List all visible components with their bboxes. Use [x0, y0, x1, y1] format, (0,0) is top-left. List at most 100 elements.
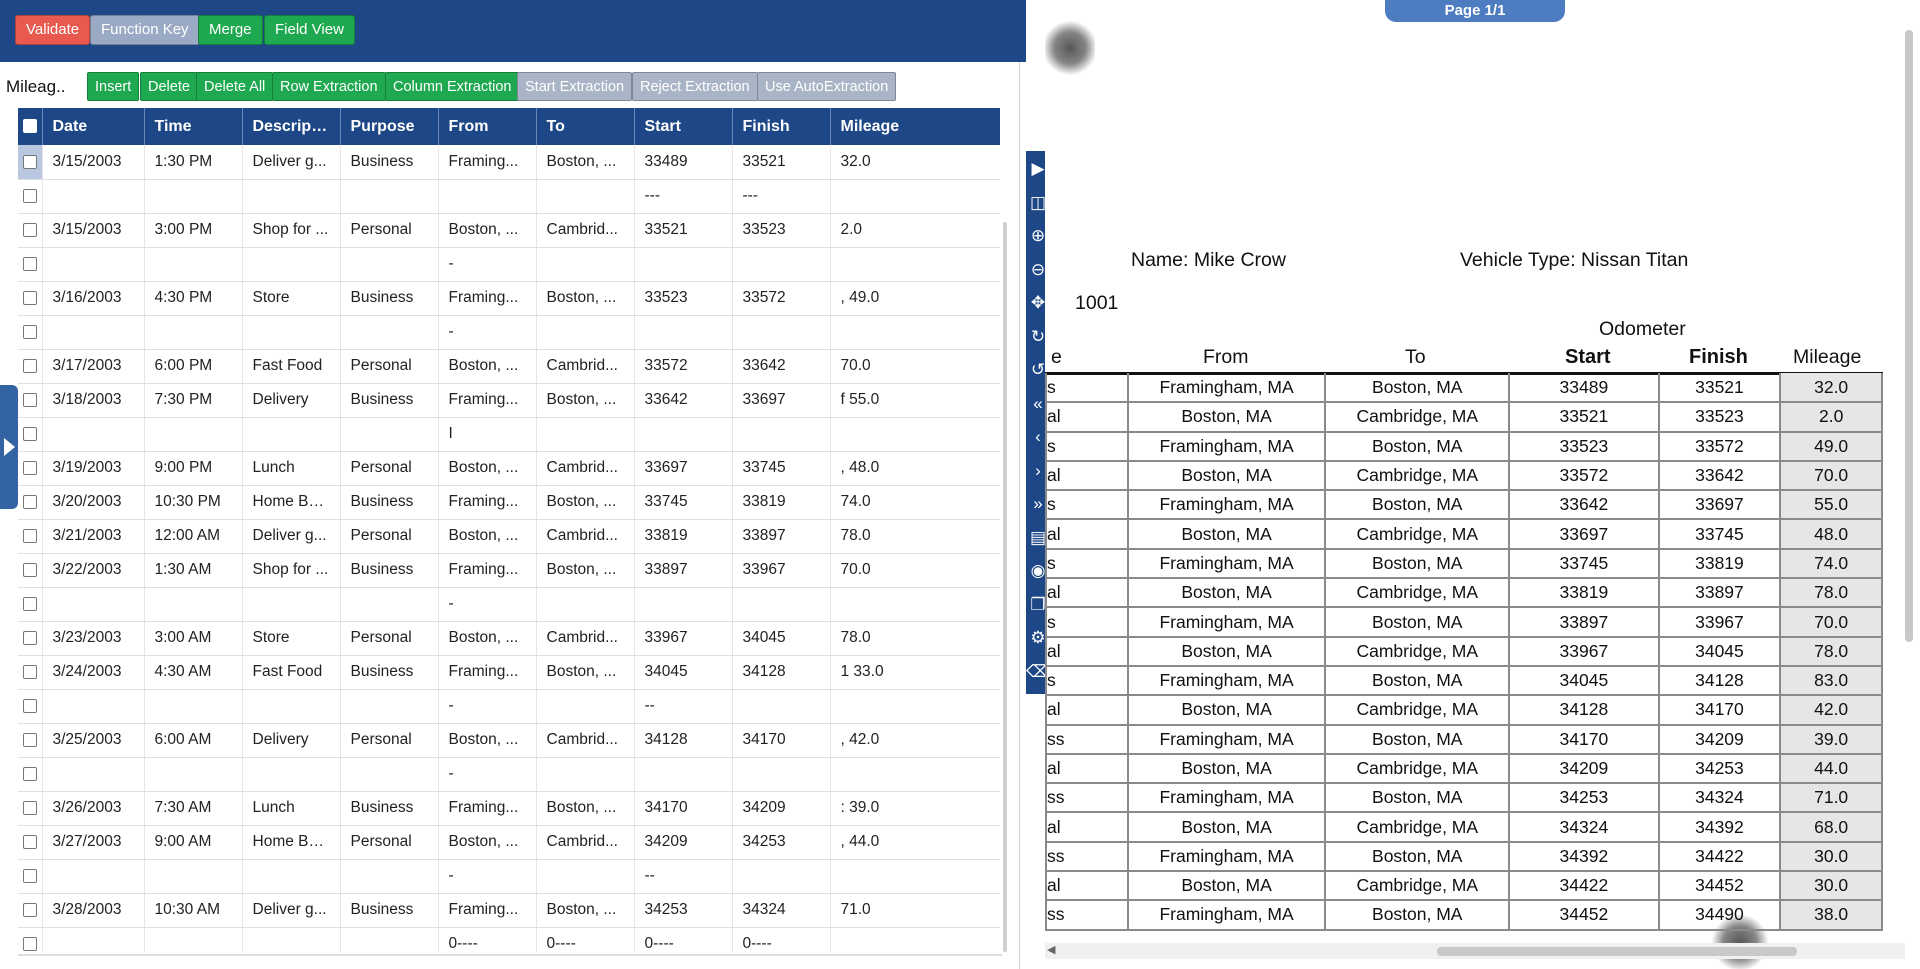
grid-cell[interactable]: 33572	[634, 349, 733, 384]
grid-cell[interactable]: , 49.0	[830, 281, 1000, 316]
grid-cell[interactable]: Boston, ...	[438, 519, 537, 554]
grid-cell[interactable]	[340, 315, 439, 350]
table-row[interactable]: 0---- 0---- 0---- 0----	[18, 927, 1000, 952]
grid-cell[interactable]: Boston, ...	[536, 553, 635, 588]
row-checkbox[interactable]	[18, 655, 43, 690]
grid-cell[interactable]: 33521	[732, 145, 831, 180]
table-row[interactable]: I	[18, 417, 1000, 452]
grid-cell[interactable]	[438, 179, 537, 214]
grid-cell[interactable]: , 48.0	[830, 451, 1000, 486]
grid-cell[interactable]: Business	[340, 791, 439, 826]
grid-cell[interactable]: 10:30 PM	[144, 485, 243, 520]
grid-cell[interactable]	[242, 587, 341, 622]
row-checkbox[interactable]	[18, 247, 43, 282]
grid-cell[interactable]: Framing...	[438, 485, 537, 520]
grid-cell[interactable]: 7:30 PM	[144, 383, 243, 418]
table-row[interactable]: 3/24/2003 4:30 AM Fast Food Business Framing…	[18, 655, 1000, 690]
grid-cell[interactable]	[732, 587, 831, 622]
grid-cell[interactable]	[634, 247, 733, 282]
grid-cell[interactable]	[340, 859, 439, 894]
grid-cell[interactable]: 12:00 AM	[144, 519, 243, 554]
grid-cell[interactable]: -	[438, 315, 537, 350]
row-checkbox[interactable]	[18, 179, 43, 214]
grid-cell[interactable]	[42, 179, 145, 214]
grid-cell[interactable]: : 39.0	[830, 791, 1000, 826]
grid-cell[interactable]	[144, 315, 243, 350]
grid-cell[interactable]: 34170	[634, 791, 733, 826]
table-row[interactable]: 3/25/2003 6:00 AM Delivery Personal Boston, …	[18, 723, 1000, 758]
grid-cell[interactable]: Fast Food	[242, 349, 341, 384]
grid-cell[interactable]: --	[634, 859, 733, 894]
grid-cell[interactable]: 34045	[732, 621, 831, 656]
grid-cell[interactable]: Boston, ...	[536, 383, 635, 418]
grid-cell[interactable]	[242, 757, 341, 792]
grid-cell[interactable]	[830, 689, 1000, 724]
grid-cell[interactable]: 3/17/2003	[42, 349, 145, 384]
grid-cell[interactable]: 3/24/2003	[42, 655, 145, 690]
grid-cell[interactable]: --	[634, 689, 733, 724]
grid-cell[interactable]: Framing...	[438, 791, 537, 826]
grid-cell[interactable]: 33489	[634, 145, 733, 180]
grid-cell[interactable]: 33897	[732, 519, 831, 554]
row-checkbox[interactable]	[18, 893, 43, 928]
column-header[interactable]: Date	[42, 108, 145, 145]
grid-cell[interactable]	[732, 315, 831, 350]
grid-cell[interactable]: 3/20/2003	[42, 485, 145, 520]
table-row[interactable]: -	[18, 315, 1000, 350]
grid-cell[interactable]: Deliver g...	[242, 893, 341, 928]
grid-cell[interactable]: Boston, ...	[536, 145, 635, 180]
table-row[interactable]: 3/27/2003 9:00 AM Home Ba... Personal Boston…	[18, 825, 1000, 860]
grid-cell[interactable]: 3/27/2003	[42, 825, 145, 860]
start-extraction-button[interactable]: Start Extraction	[517, 72, 633, 101]
grid-cell[interactable]: 33697	[634, 451, 733, 486]
grid-cell[interactable]: Cambrid...	[536, 825, 635, 860]
row-checkbox[interactable]	[18, 689, 43, 724]
grid-cell[interactable]	[144, 179, 243, 214]
grid-cell[interactable]: -	[438, 757, 537, 792]
grid-cell[interactable]: 3/18/2003	[42, 383, 145, 418]
grid-cell[interactable]: 33642	[634, 383, 733, 418]
grid-cell[interactable]: 3/25/2003	[42, 723, 145, 758]
grid-cell[interactable]: 33745	[732, 451, 831, 486]
grid-cell[interactable]: Boston, ...	[536, 893, 635, 928]
grid-cell[interactable]: 70.0	[830, 553, 1000, 588]
grid-cell[interactable]: 34170	[732, 723, 831, 758]
grid-cell[interactable]: 34128	[634, 723, 733, 758]
table-row[interactable]: 3/26/2003 7:30 AM Lunch Business Framing... B…	[18, 791, 1000, 826]
grid-cell[interactable]: 9:00 PM	[144, 451, 243, 486]
grid-cell[interactable]: 4:30 AM	[144, 655, 243, 690]
grid-cell[interactable]: 33967	[732, 553, 831, 588]
grid-cell[interactable]	[830, 315, 1000, 350]
grid-cell[interactable]: Business	[340, 281, 439, 316]
grid-cell[interactable]: Cambrid...	[536, 349, 635, 384]
table-row[interactable]: --- ---	[18, 179, 1000, 214]
grid-cell[interactable]: Fast Food	[242, 655, 341, 690]
merge-button[interactable]: Merge	[198, 15, 263, 45]
column-header[interactable]: Descripti...	[242, 108, 341, 145]
validate-button[interactable]: Validate	[15, 15, 91, 45]
row-checkbox[interactable]	[18, 927, 43, 952]
grid-cell[interactable]	[144, 417, 243, 452]
row-checkbox[interactable]	[18, 451, 43, 486]
grid-cell[interactable]	[242, 859, 341, 894]
table-row[interactable]: 3/22/2003 1:30 AM Shop for ... Business Fram…	[18, 553, 1000, 588]
grid-cell[interactable]	[144, 247, 243, 282]
grid-cell[interactable]: ---	[634, 179, 733, 214]
table-row[interactable]: 3/17/2003 6:00 PM Fast Food Personal Boston,…	[18, 349, 1000, 384]
row-checkbox[interactable]	[18, 825, 43, 860]
grid-cell[interactable]	[830, 247, 1000, 282]
grid-cell[interactable]: 33523	[634, 281, 733, 316]
use-autoextraction-button[interactable]: Use AutoExtraction	[757, 72, 897, 101]
grid-cell[interactable]: Boston, ...	[536, 485, 635, 520]
row-checkbox[interactable]	[18, 145, 43, 180]
grid-cell[interactable]: 34253	[732, 825, 831, 860]
grid-cell[interactable]: 3/15/2003	[42, 145, 145, 180]
grid-cell[interactable]: Personal	[340, 349, 439, 384]
insert-button[interactable]: Insert	[87, 72, 140, 101]
table-row[interactable]: 3/15/2003 3:00 PM Shop for ... Personal Bost…	[18, 213, 1000, 248]
grid-cell[interactable]	[42, 689, 145, 724]
table-row[interactable]: 3/15/2003 1:30 PM Deliver g... Business Fram…	[18, 145, 1000, 180]
grid-cell[interactable]	[242, 179, 341, 214]
grid-cell[interactable]: 6:00 AM	[144, 723, 243, 758]
grid-cell[interactable]: Boston, ...	[438, 621, 537, 656]
